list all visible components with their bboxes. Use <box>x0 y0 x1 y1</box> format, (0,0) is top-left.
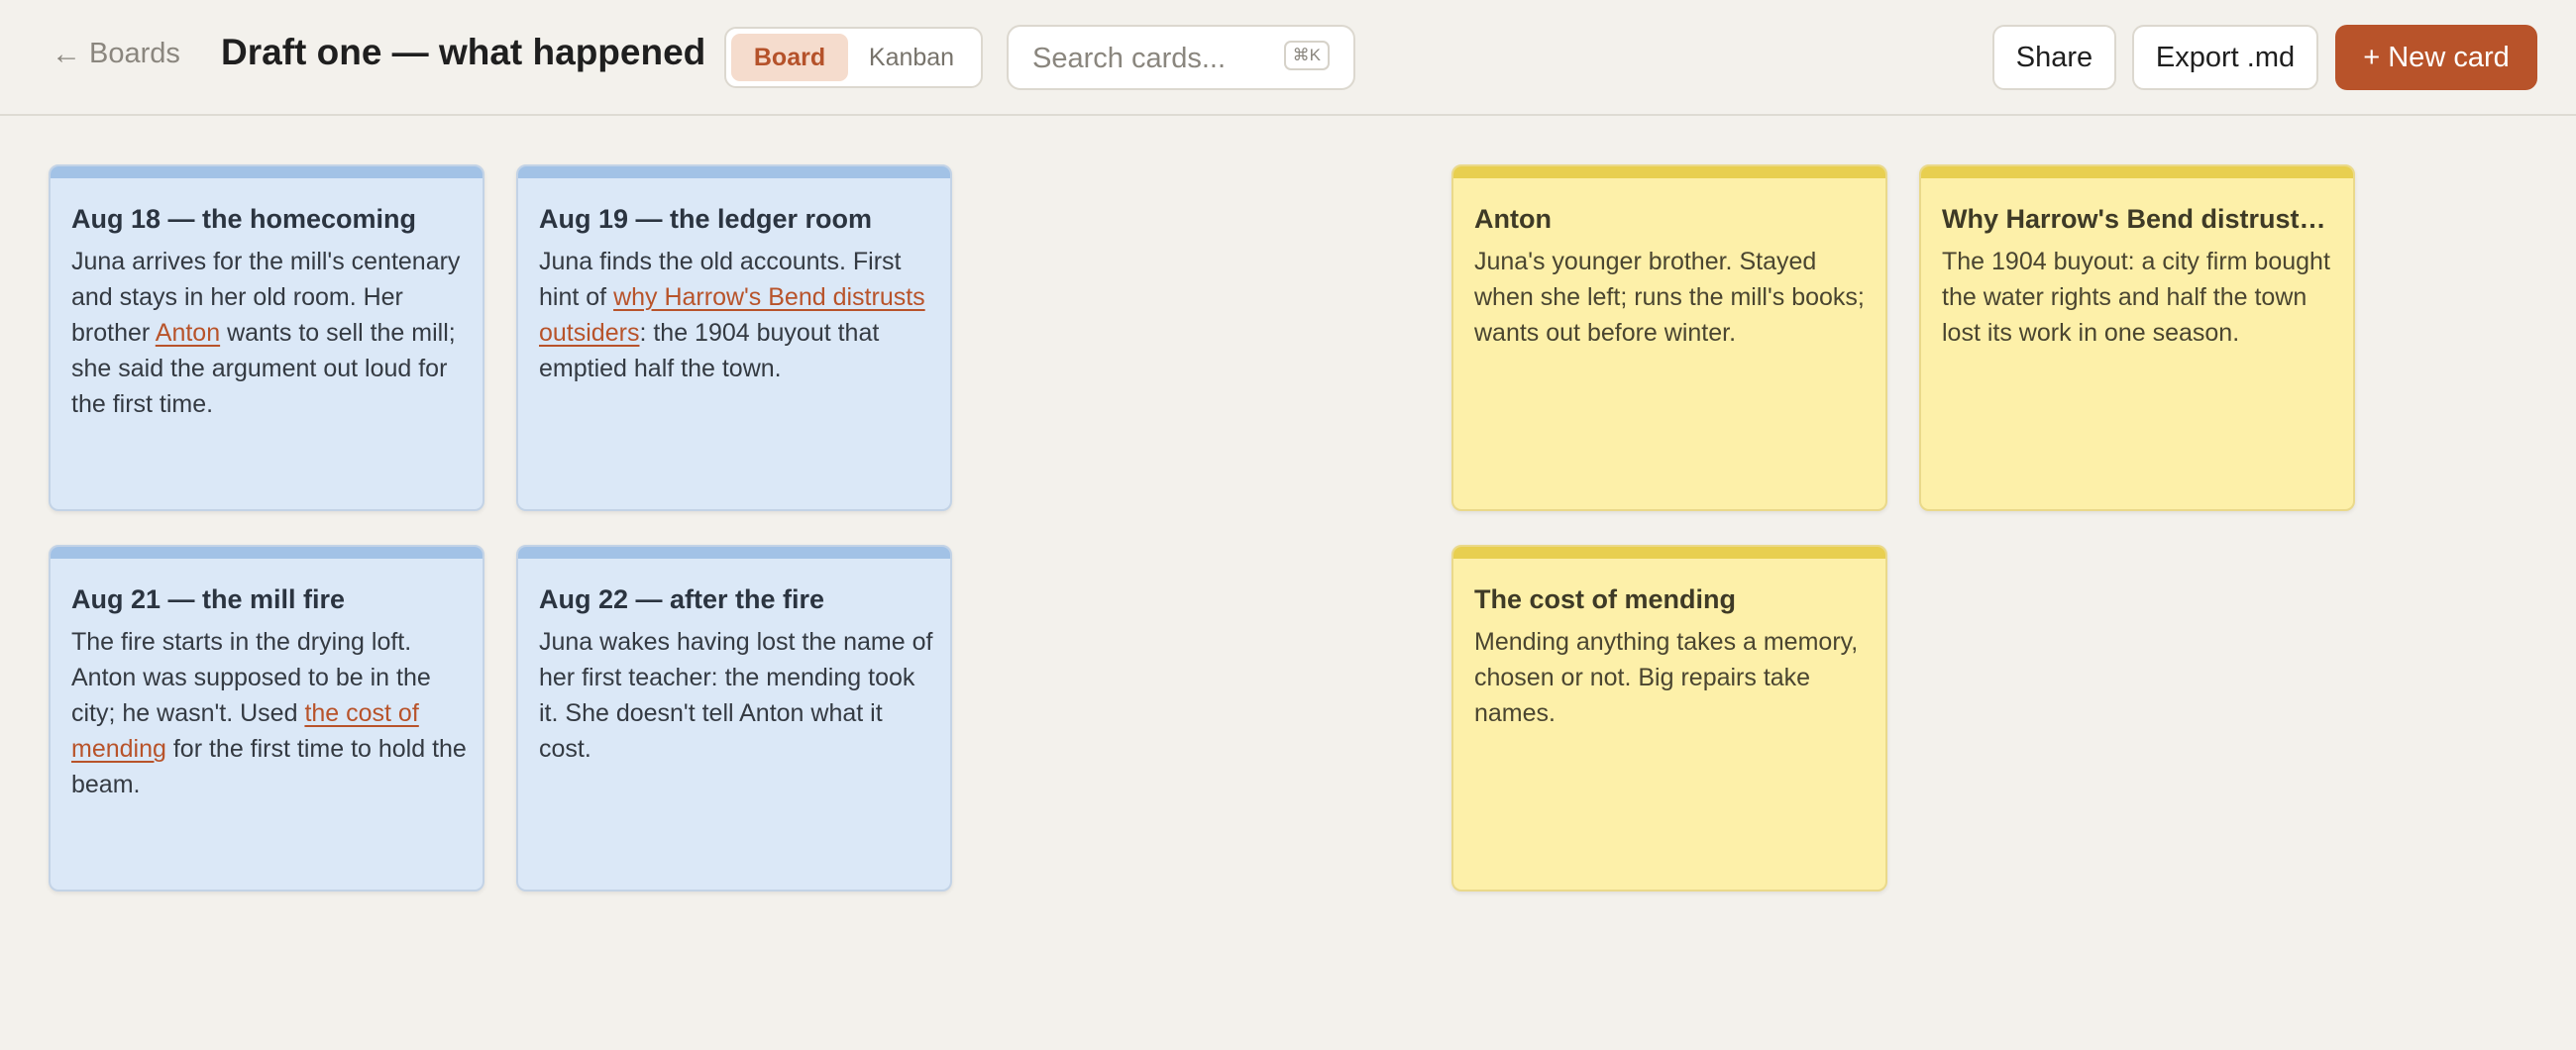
card-body: Juna's younger brother. Stayed when she … <box>1474 244 1870 351</box>
card-color-stripe <box>1453 547 1885 559</box>
back-to-boards-link[interactable]: ← Boards <box>52 38 180 70</box>
scene-card[interactable]: Aug 22 — after the fire Juna wakes havin… <box>516 545 952 892</box>
card-body: Juna finds the old accounts. First hint … <box>539 244 934 386</box>
card-body: The fire starts in the drying loft. Anto… <box>71 624 467 802</box>
card-text: The 1904 buyout: a city firm bought the … <box>1942 248 2330 347</box>
note-card[interactable]: Why Harrow's Bend distrusts ... The 1904… <box>1919 164 2355 511</box>
card-color-stripe <box>518 547 950 559</box>
card-title: Aug 21 — the mill fire <box>71 584 346 614</box>
card-title: Aug 18 — the homecoming <box>71 204 417 234</box>
card-color-stripe <box>1453 166 1885 178</box>
card-title: The cost of mending <box>1474 584 1737 614</box>
card-body: Juna wakes having lost the name of her f… <box>539 624 934 767</box>
tab-board[interactable]: Board <box>731 34 848 81</box>
tab-kanban[interactable]: Kanban <box>848 34 975 81</box>
card-body: Mending anything takes a memory, chosen … <box>1474 624 1870 731</box>
card-text: Mending anything takes a memory, chosen … <box>1474 628 1859 727</box>
search-input[interactable] <box>1032 41 1280 76</box>
note-card[interactable]: The cost of mending Mending anything tak… <box>1451 545 1887 892</box>
arrow-left-icon: ← <box>52 37 81 70</box>
new-card-button[interactable]: + New card <box>2335 25 2537 90</box>
scene-card[interactable]: Aug 21 — the mill fire The fire starts i… <box>49 545 484 892</box>
card-title: Anton <box>1474 204 1552 234</box>
scene-card[interactable]: Aug 19 — the ledger room Juna finds the … <box>516 164 952 511</box>
export-md-button[interactable]: Export .md <box>2132 25 2318 90</box>
top-bar: ← Boards Draft one — what happened Board… <box>0 0 2576 116</box>
search-box: ⌘K <box>1007 25 1355 90</box>
note-card[interactable]: Anton Juna's younger brother. Stayed whe… <box>1451 164 1887 511</box>
scene-card[interactable]: Aug 18 — the homecoming Juna arrives for… <box>49 164 484 511</box>
card-title: Aug 19 — the ledger room <box>539 204 873 234</box>
card-color-stripe <box>518 166 950 178</box>
card-color-stripe <box>1921 166 2353 178</box>
card-body: Juna arrives for the mill's centenary an… <box>71 244 467 422</box>
keyboard-shortcut-hint: ⌘K <box>1283 41 1330 70</box>
card-text: Juna's younger brother. Stayed when she … <box>1474 248 1865 347</box>
back-link-label: Boards <box>89 38 180 69</box>
share-button[interactable]: Share <box>1992 25 2116 90</box>
view-toggle: Board Kanban <box>724 27 983 88</box>
card-link[interactable]: Anton <box>156 319 220 347</box>
card-text: Juna wakes having lost the name of her f… <box>539 628 933 763</box>
card-title: Aug 22 — after the fire <box>539 584 825 614</box>
page-title: Draft one — what happened <box>221 32 706 72</box>
card-body: The 1904 buyout: a city firm bought the … <box>1942 244 2337 351</box>
card-color-stripe <box>51 547 483 559</box>
card-title: Why Harrow's Bend distrusts ... <box>1942 204 2335 234</box>
card-color-stripe <box>51 166 483 178</box>
